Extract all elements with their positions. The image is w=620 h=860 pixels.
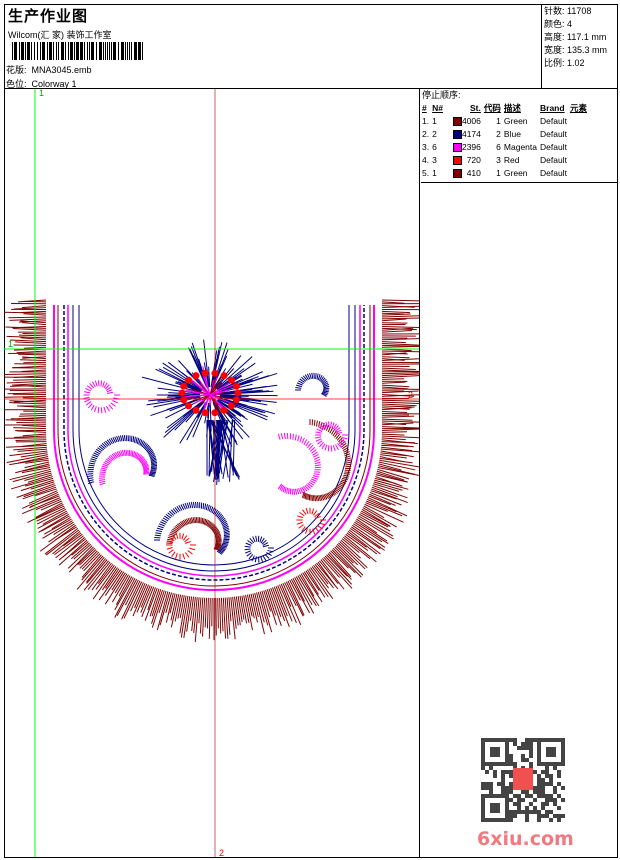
swirl-motif <box>83 380 120 414</box>
design-label: 花版: <box>6 65 27 75</box>
seal-icon <box>513 768 533 790</box>
guide-label: 1 <box>8 339 13 349</box>
col-brand: Brand <box>540 102 565 113</box>
info-height: 高度: 117.1 mm <box>544 32 607 42</box>
barcode <box>12 42 144 60</box>
color-swatch <box>452 168 462 178</box>
row-element <box>570 166 590 179</box>
watermark-site: 6xiu.com <box>477 828 574 850</box>
swirl-motif <box>87 435 158 485</box>
row-brand: Default <box>540 154 567 165</box>
row-stitches: 720 <box>452 153 484 166</box>
col-code: 代码 <box>483 102 501 113</box>
page-title: 生产作业图 <box>8 8 89 25</box>
row-needle: 1 <box>432 167 437 178</box>
colorway-label: 色位: <box>6 79 27 89</box>
table-row[interactable]: 3. 6 2396 6 Magenta Default <box>422 140 590 153</box>
guide-label: 2 <box>408 390 413 400</box>
color-swatch <box>452 142 462 152</box>
row-desc: Blue <box>503 128 521 139</box>
header: 生产作业图 Wilcom(汇 家) 装饰工作室 花版: MNA3045.emb … <box>4 4 618 89</box>
info-stitches: 针数: 11708 <box>544 6 592 16</box>
row-code: 3 <box>496 154 501 165</box>
swirl-motif <box>98 449 150 486</box>
design-file: 花版: MNA3045.emb <box>6 63 92 76</box>
colorway-value: Colorway 1 <box>31 79 77 89</box>
row-needle: 1 <box>432 115 437 126</box>
swirl-motif <box>277 432 321 495</box>
row-element <box>570 127 590 140</box>
swirl-motif <box>315 421 348 452</box>
row-index: 5. <box>422 167 430 178</box>
row-desc: Magenta <box>503 141 537 152</box>
swirl-motif <box>301 419 352 502</box>
row-stitches: 2396 <box>452 140 484 153</box>
table-row[interactable]: 2. 2 4174 2 Blue Default <box>422 127 590 140</box>
row-brand: Default <box>540 167 567 178</box>
design-info: 针数: 11708 颜色: 4 高度: 117.1 mm 宽度: 135.3 m… <box>541 4 618 89</box>
table-row[interactable]: 4. 3 720 3 Red Default <box>422 153 590 166</box>
row-brand: Default <box>540 115 567 126</box>
central-flower <box>141 339 278 485</box>
info-width: 宽度: 135.3 mm <box>544 45 608 55</box>
guide-label: 2 <box>219 848 224 857</box>
row-needle: 2 <box>432 128 437 139</box>
color-swatch <box>452 155 462 165</box>
row-brand: Default <box>540 141 567 152</box>
info-colors: 颜色: 4 <box>544 19 573 29</box>
row-desc: Green <box>503 167 528 178</box>
row-index: 4. <box>422 154 430 165</box>
row-code: 2 <box>496 128 501 139</box>
row-stitches: 4174 <box>452 127 484 140</box>
row-code: 6 <box>496 141 501 152</box>
col-needle: N# <box>432 102 443 113</box>
row-element <box>570 140 590 153</box>
design-canvas[interactable]: 1 1 2 2 <box>4 89 420 857</box>
color-swatch <box>452 129 462 139</box>
color-swatch <box>452 116 462 126</box>
row-desc: Red <box>503 154 520 165</box>
row-brand: Default <box>540 128 567 139</box>
col-stitches: St. <box>470 102 481 113</box>
table-row[interactable]: 5. 1 410 1 Green Default <box>422 166 590 179</box>
info-scale: 比例: 1.02 <box>544 58 585 68</box>
row-element <box>570 153 590 166</box>
row-index: 2. <box>422 128 430 139</box>
row-needle: 6 <box>432 141 437 152</box>
row-code: 1 <box>496 167 501 178</box>
company-name: Wilcom(汇 家) 装饰工作室 <box>8 30 112 40</box>
guide-label: 1 <box>39 89 44 98</box>
embroidery-preview: 1 1 2 2 <box>4 89 419 857</box>
row-stitches: 410 <box>452 166 484 179</box>
swirl-motif <box>244 535 274 563</box>
col-index: # <box>422 102 427 113</box>
qr-code[interactable] <box>481 738 565 822</box>
design-value: MNA3045.emb <box>31 65 92 75</box>
row-index: 3. <box>422 141 430 152</box>
col-element: 元素 <box>569 102 587 113</box>
row-needle: 3 <box>432 154 437 165</box>
table-row[interactable]: 1. 1 4006 1 Green Default <box>422 114 590 127</box>
row-code: 1 <box>496 115 501 126</box>
stop-sequence-table: # N# St. 代码 描述 Brand 元素 1. 1 4006 1 Gree… <box>422 101 590 179</box>
stop-sequence-caption: 停止顺序: <box>422 90 461 100</box>
stop-sequence-panel: 停止顺序: # N# St. 代码 描述 Brand 元素 1. 1 4006 … <box>421 89 617 183</box>
swirl-motif <box>295 372 330 397</box>
row-element <box>570 114 590 127</box>
row-stitches: 4006 <box>452 114 484 127</box>
row-desc: Green <box>503 115 528 126</box>
col-desc: 描述 <box>503 102 521 113</box>
row-index: 1. <box>422 115 430 126</box>
